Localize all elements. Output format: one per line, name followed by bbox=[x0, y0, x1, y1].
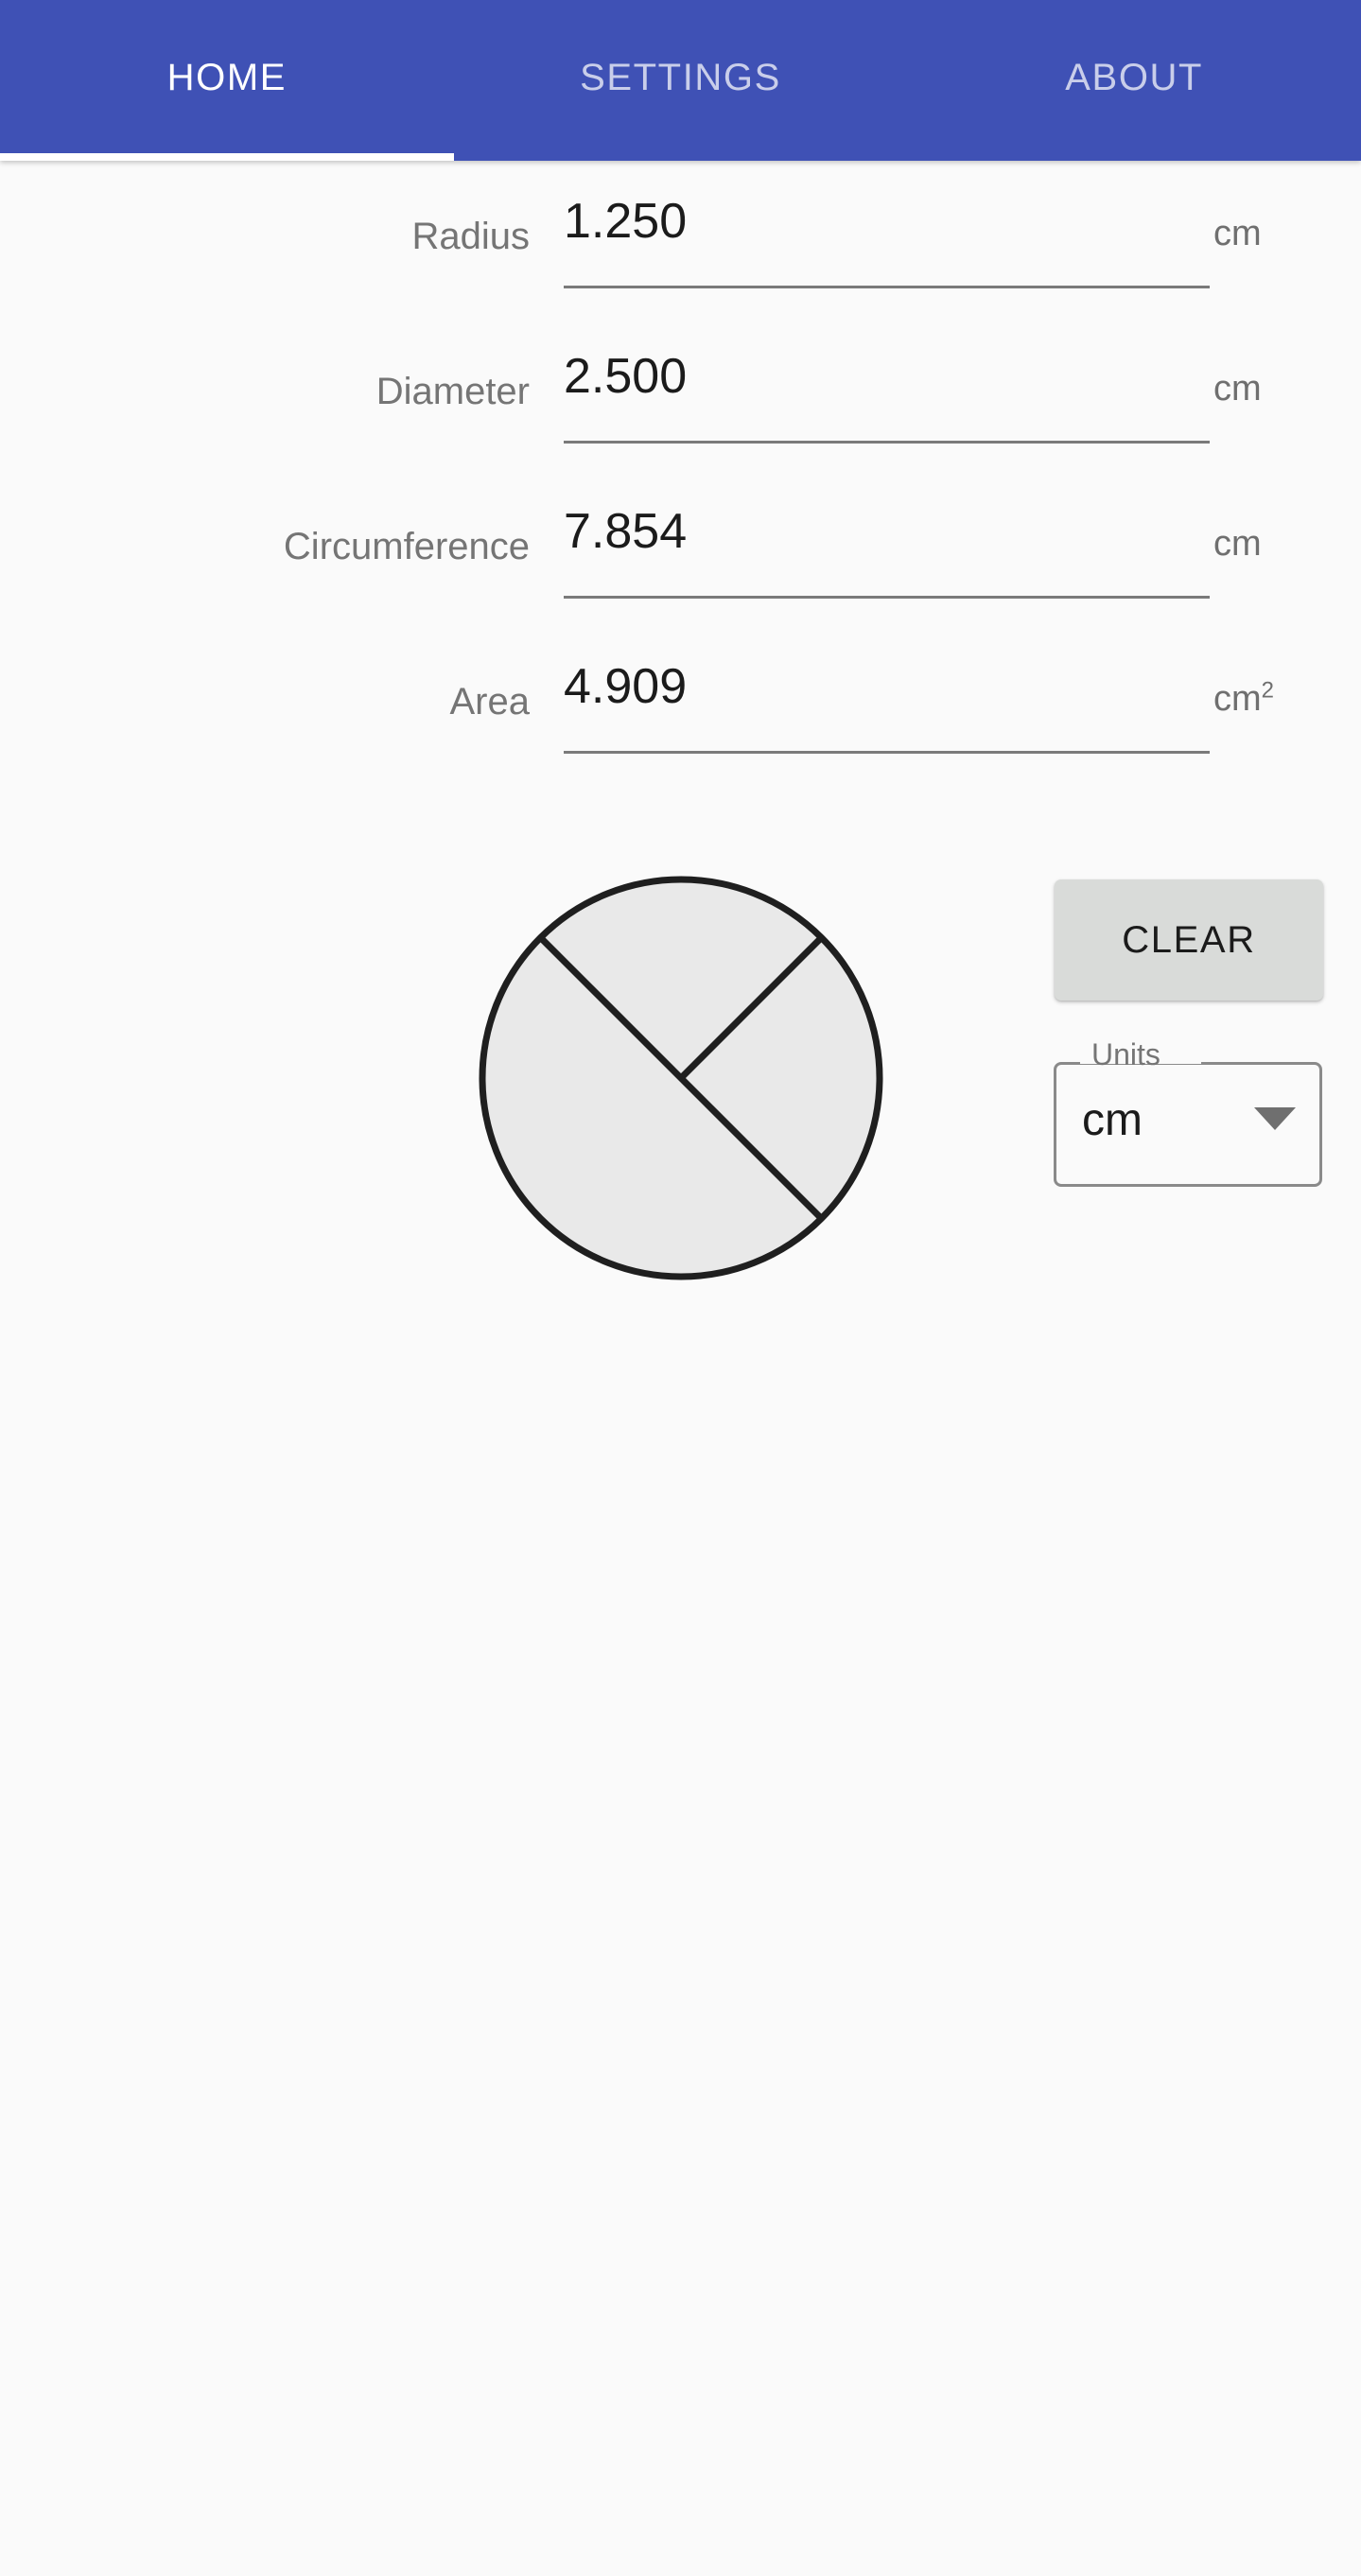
tab-bar: HOME SETTINGS ABOUT bbox=[0, 0, 1361, 161]
diameter-unit-text: cm bbox=[1213, 369, 1262, 409]
diameter-input-wrap bbox=[564, 344, 1210, 469]
circumference-unit: cm bbox=[1213, 526, 1262, 562]
tab-home[interactable]: HOME bbox=[0, 0, 454, 161]
radius-input[interactable] bbox=[564, 189, 1210, 265]
circle-diagram bbox=[473, 870, 889, 1286]
diameter-label: Diameter bbox=[375, 371, 530, 412]
field-row-area: Area cm2 bbox=[0, 626, 1361, 781]
units-floating-label: Units bbox=[1091, 1037, 1160, 1071]
chevron-down-icon[interactable] bbox=[1254, 1107, 1296, 1130]
area-underline bbox=[564, 751, 1210, 754]
radius-underline bbox=[564, 286, 1210, 288]
tab-about-label: ABOUT bbox=[1065, 57, 1204, 98]
tab-settings-label: SETTINGS bbox=[580, 57, 781, 98]
area-unit-exponent: 2 bbox=[1261, 677, 1275, 704]
field-row-circumference: Circumference cm bbox=[0, 471, 1361, 626]
field-row-radius: Radius cm bbox=[0, 161, 1361, 316]
tab-about[interactable]: ABOUT bbox=[907, 0, 1361, 161]
units-dropdown[interactable]: Units cm bbox=[1054, 1039, 1322, 1187]
radius-unit-text: cm bbox=[1213, 214, 1262, 253]
circumference-input-wrap bbox=[564, 499, 1210, 624]
diameter-input[interactable] bbox=[564, 344, 1210, 420]
area-label: Area bbox=[449, 681, 531, 722]
area-input-wrap bbox=[564, 654, 1210, 779]
circumference-unit-text: cm bbox=[1213, 524, 1262, 564]
measurement-form: Radius cm Diameter cm Circumference cm A… bbox=[0, 161, 1361, 781]
circumference-input[interactable] bbox=[564, 499, 1210, 575]
area-input[interactable] bbox=[564, 654, 1210, 730]
area-unit-text: cm bbox=[1213, 679, 1262, 719]
diameter-unit: cm bbox=[1213, 371, 1262, 407]
diameter-underline bbox=[564, 441, 1210, 444]
circumference-label: Circumference bbox=[283, 526, 530, 567]
area-unit: cm2 bbox=[1213, 679, 1274, 719]
radius-unit: cm bbox=[1213, 216, 1262, 252]
tab-home-label: HOME bbox=[166, 57, 288, 98]
circumference-underline bbox=[564, 596, 1210, 599]
tab-settings[interactable]: SETTINGS bbox=[454, 0, 908, 161]
radius-input-wrap bbox=[564, 189, 1210, 314]
field-row-diameter: Diameter cm bbox=[0, 316, 1361, 471]
clear-button[interactable]: CLEAR bbox=[1055, 879, 1323, 1001]
units-selected-value: cm bbox=[1082, 1095, 1143, 1145]
radius-label: Radius bbox=[411, 216, 530, 257]
